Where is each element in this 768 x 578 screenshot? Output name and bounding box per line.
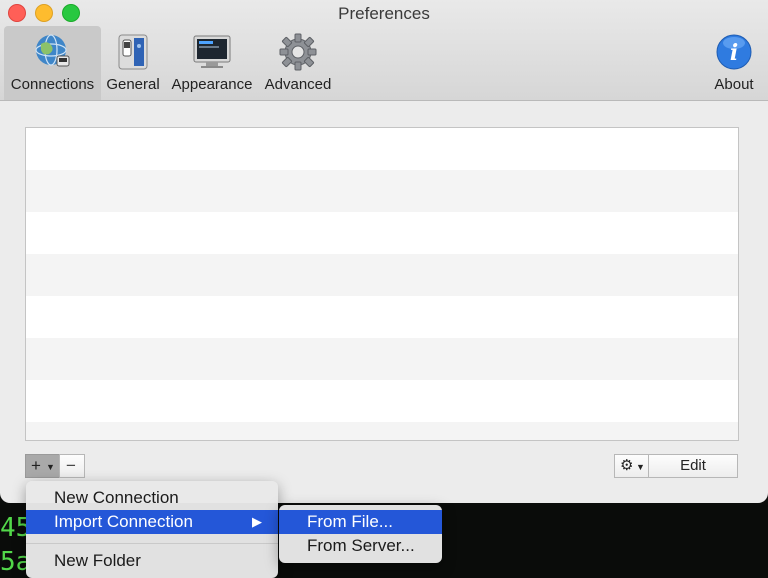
switch-panel-icon xyxy=(118,34,148,70)
tab-connections[interactable]: Connections xyxy=(4,26,101,100)
tab-appearance[interactable]: Appearance xyxy=(168,26,256,100)
list-row[interactable] xyxy=(26,170,738,212)
menu-item-from-server[interactable]: From Server... xyxy=(279,534,442,558)
add-button[interactable]: + ▼ xyxy=(25,454,60,478)
chevron-down-icon: ▼ xyxy=(636,462,645,472)
tab-advanced[interactable]: Advanced xyxy=(260,26,336,100)
add-menu: New Connection Import Connection ▶ New F… xyxy=(26,481,278,578)
menu-separator xyxy=(26,543,278,544)
about-label: About xyxy=(714,76,754,93)
preferences-window: Preferences Connections General Appearan… xyxy=(0,0,768,503)
about-button[interactable]: i About xyxy=(706,26,762,100)
gear-icon: ⚙ xyxy=(620,457,634,474)
menu-item-label: New Folder xyxy=(54,551,141,570)
tab-label: Appearance xyxy=(171,76,253,93)
monitor-icon xyxy=(193,35,231,68)
submenu-arrow-icon: ▶ xyxy=(252,514,262,529)
menu-item-new-connection[interactable]: New Connection xyxy=(26,486,278,510)
action-menu-button[interactable]: ⚙ ▼ xyxy=(614,454,649,478)
window-title: Preferences xyxy=(338,4,430,23)
tab-label: Advanced xyxy=(264,76,332,93)
list-row[interactable] xyxy=(26,212,738,254)
plus-icon: + xyxy=(31,456,41,475)
gear-icon xyxy=(279,33,317,71)
import-submenu: From File... From Server... xyxy=(279,505,442,563)
connections-list[interactable] xyxy=(25,127,739,441)
tab-general[interactable]: General xyxy=(104,26,162,100)
edit-button[interactable]: Edit xyxy=(648,454,738,478)
list-row[interactable] xyxy=(26,296,738,338)
list-row[interactable] xyxy=(26,422,738,440)
menu-item-label: New Connection xyxy=(54,488,179,507)
menu-item-label: Import Connection xyxy=(54,512,193,531)
menu-item-label: From File... xyxy=(307,512,393,531)
globe-network-icon xyxy=(34,34,69,67)
tab-label: Connections xyxy=(10,76,95,93)
minus-icon: − xyxy=(66,456,76,475)
chevron-down-icon: ▼ xyxy=(46,462,55,472)
list-row[interactable] xyxy=(26,254,738,296)
list-row[interactable] xyxy=(26,128,738,170)
tab-label: General xyxy=(106,76,160,93)
menu-item-new-folder[interactable]: New Folder xyxy=(26,549,278,573)
svg-text:i: i xyxy=(730,40,738,66)
menu-item-label: From Server... xyxy=(307,536,415,555)
list-row[interactable] xyxy=(26,338,738,380)
list-row[interactable] xyxy=(26,380,738,422)
info-icon: i xyxy=(716,34,752,70)
menu-item-import-connection[interactable]: Import Connection ▶ xyxy=(26,510,278,534)
remove-button[interactable]: − xyxy=(59,454,85,478)
titlebar: Preferences Connections General Appearan… xyxy=(0,0,768,101)
menu-item-from-file[interactable]: From File... xyxy=(279,510,442,534)
